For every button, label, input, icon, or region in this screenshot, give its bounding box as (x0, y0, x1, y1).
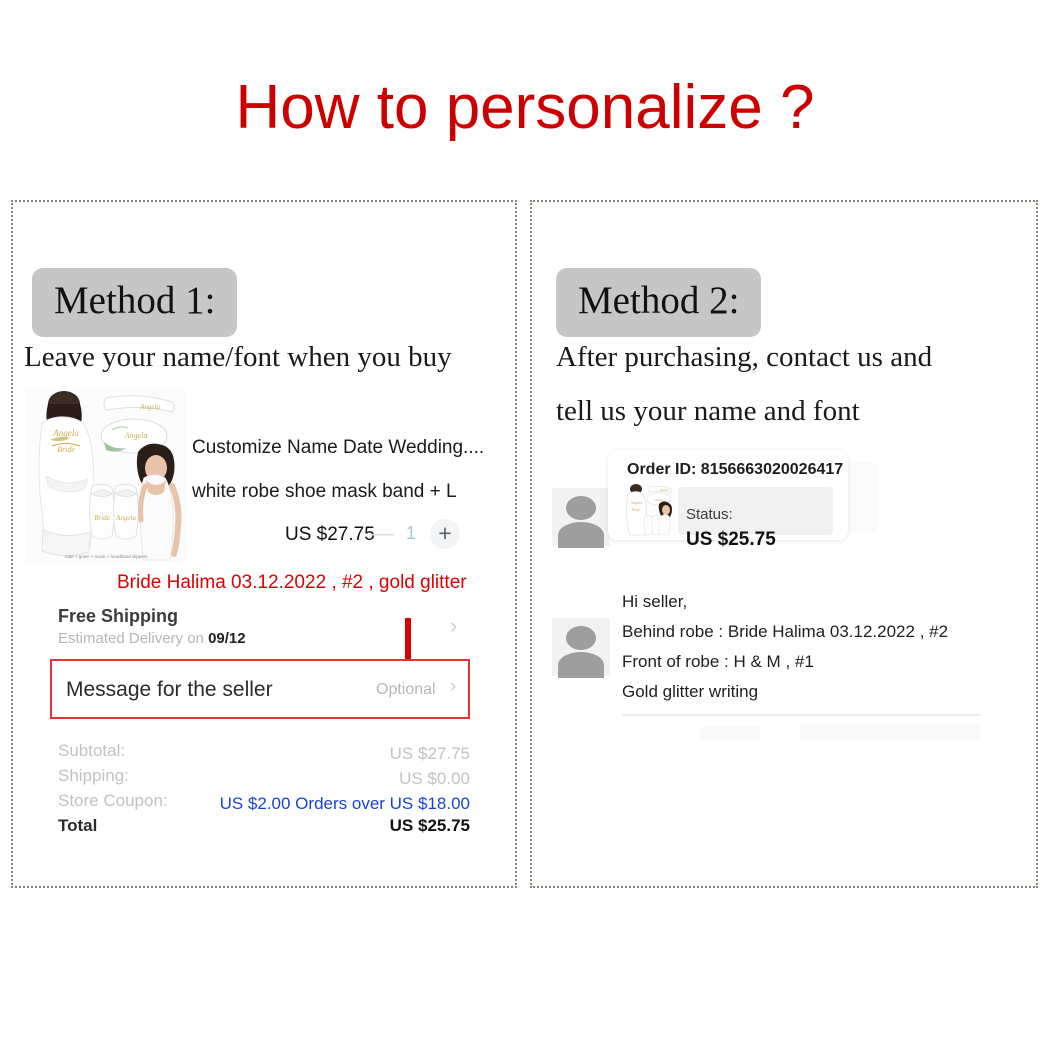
total-label-shipping: Shipping: (58, 766, 129, 785)
chat-line: Behind robe : Bride Halima 03.12.2022 , … (622, 622, 949, 641)
svg-text:Angela: Angela (654, 498, 664, 502)
svg-text:Angela: Angela (139, 403, 160, 411)
total-label-total: Total (58, 816, 98, 835)
product-title: Customize Name Date Wedding.... (192, 437, 485, 458)
product-variant: white robe shoe mask band + L (192, 481, 457, 502)
message-optional-label: Optional (376, 681, 436, 698)
method-2-subtitle-line-1: After purchasing, contact us and (556, 341, 933, 373)
chat-divider (622, 714, 980, 716)
svg-text:Angela: Angela (124, 431, 148, 440)
svg-text:Angela: Angela (659, 488, 669, 492)
svg-text:robe + gown + mask + headband: robe + gown + mask + headband slippers (65, 554, 148, 559)
avatar (552, 618, 610, 678)
shipping-estimate-date: 09/12 (208, 630, 246, 647)
page-title: How to personalize ? (235, 73, 815, 142)
svg-text:Angela: Angela (52, 428, 79, 438)
order-id-text: Order ID: 8156663020026417 (627, 461, 844, 478)
total-label-subtotal: Subtotal: (58, 741, 126, 760)
chat-line: Front of robe : H & M , #1 (622, 652, 814, 671)
total-value-total: US $25.75 (389, 816, 470, 835)
product-price: US $27.75 (285, 524, 375, 545)
shipping-estimate: Estimated Delivery on 09/12 (58, 630, 246, 647)
method-1-badge: Method 1: (32, 268, 238, 337)
ghost-bubble (800, 724, 980, 740)
svg-text:Bride: Bride (57, 445, 75, 454)
avatar (552, 488, 610, 548)
method-2-subtitle-line-2: tell us your name and font (556, 395, 860, 427)
order-price: US $25.75 (686, 529, 776, 550)
total-value-subtotal: US $27.75 (389, 744, 470, 763)
product-image: Angela Bride Angela Angela Bride Angela (26, 390, 186, 562)
personalization-note: Bride Halima 03.12.2022 , #2 , gold glit… (117, 572, 467, 593)
total-value-store-coupon[interactable]: US $2.00 Orders over US $18.00 (210, 794, 470, 814)
chat-line: Hi seller, (622, 592, 688, 611)
shipping-estimate-label: Estimated Delivery on (58, 630, 204, 647)
chevron-right-icon-shipping[interactable]: › (450, 613, 457, 639)
chat-line: Gold glitter writing (622, 682, 759, 701)
total-value-shipping: US $0.00 (399, 769, 470, 788)
message-for-seller-label: Message for the seller (66, 678, 273, 701)
total-label-store-coupon: Store Coupon: (58, 791, 168, 810)
quantity-decrement-button[interactable]: — (368, 521, 396, 549)
avatar-head-icon (566, 496, 596, 520)
method-1-subtitle: Leave your name/font when you buy (24, 341, 452, 373)
method-2-badge: Method 2: (556, 268, 762, 337)
ghost-bubble (700, 726, 760, 740)
avatar-body-icon (558, 522, 604, 548)
shipping-title: Free Shipping (58, 606, 179, 626)
order-thumbnail: Angela Bride Angela Angela (623, 484, 675, 536)
quantity-increment-button[interactable]: + (430, 519, 460, 549)
avatar-body-icon (558, 652, 604, 678)
order-status-label: Status: (686, 506, 733, 523)
svg-text:Angela: Angela (629, 500, 641, 505)
svg-text:Bride: Bride (94, 514, 110, 522)
quantity-value: 1 (405, 523, 416, 543)
chevron-right-icon-message[interactable]: › (450, 676, 456, 698)
avatar-head-icon (566, 626, 596, 650)
svg-text:Angela: Angela (115, 514, 136, 522)
svg-text:Bride: Bride (632, 508, 640, 512)
